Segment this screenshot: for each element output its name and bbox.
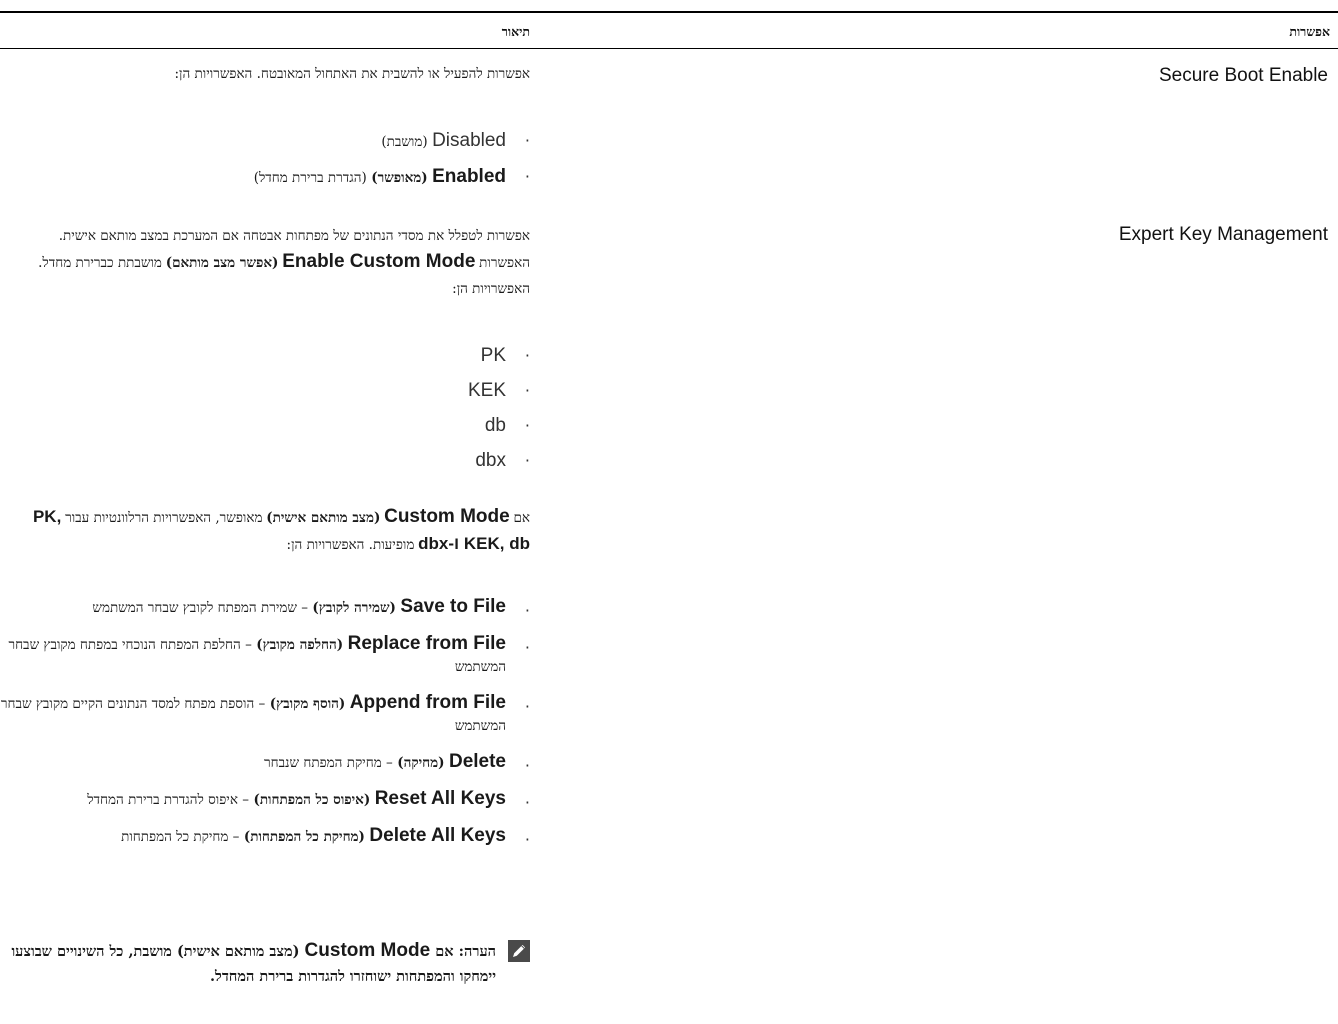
description-text: אפשרות לטפלל את מסדי הנתונים של מפתחות א… — [10, 223, 530, 302]
choice-label: (מאופשר) — [371, 170, 428, 186]
description-text: אפשרות להפעיל או להשבית את האתחול המאובט… — [174, 66, 530, 82]
list-item: KEK — [30, 378, 530, 413]
action-description: – מחיקת המפתח שנבחר — [264, 755, 393, 771]
key-list: PK KEK db dbx — [30, 343, 530, 483]
custom-mode-prefix: אם — [513, 510, 530, 526]
list-item: Disabled (מושבת) — [30, 130, 530, 166]
key-name: db — [484, 415, 506, 436]
action-name: Append from File — [349, 692, 506, 713]
choice-note: (הגדרת ברירת מחדל) — [253, 170, 367, 186]
action-name: Delete All Keys — [369, 825, 506, 846]
list-item: Save to File (שמירה לקובץ) – שמירת המפתח… — [0, 596, 530, 622]
choice-name: Enabled — [432, 166, 506, 187]
table-header: אפשרות תיאור — [0, 11, 1338, 49]
list-item: db — [30, 413, 530, 448]
custom-mode-text-a: מאופשר, האפשרויות הרלוונטיות עבור — [65, 510, 263, 526]
custom-mode-text: אם Custom Mode (מצב מותאם אישית) מאופשר,… — [0, 504, 530, 558]
action-list: Save to File (שמירה לקובץ) – שמירת המפתח… — [0, 596, 530, 862]
note-custom-mode: Custom Mode — [304, 940, 431, 961]
option-name-secure-boot: Secure Boot Enable — [1158, 65, 1328, 86]
list-item: dbx — [30, 448, 530, 483]
key-name: KEK — [467, 380, 506, 401]
option-name-expert-key-management: Expert Key Management — [1118, 224, 1328, 245]
list-item: Enabled (מאופשר) (הגדרת ברירת מחדל) — [30, 166, 530, 202]
list-item: Replace from File (החלפה מקובץ) – החלפת … — [0, 633, 530, 678]
action-description: – מחיקת כל המפתחות — [121, 829, 240, 845]
action-name: Delete — [448, 751, 506, 772]
custom-mode-name: Custom Mode — [384, 506, 510, 527]
action-name: Reset All Keys — [374, 788, 506, 809]
key-name: dbx — [475, 450, 506, 471]
action-label: (הוסף מקובץ) — [269, 696, 346, 712]
description-bold-en: Enable Custom Mode — [282, 251, 476, 272]
list-item: Delete (מחיקה) – מחיקת המפתח שנבחר — [0, 751, 530, 777]
description-expert-key-management: אפשרות לטפלל את מסדי הנתונים של מפתחות א… — [0, 223, 530, 474]
description-bold-he: (אפשר מצב מותאם) — [165, 255, 279, 271]
action-label: (איפוס כל המפתחות) — [253, 792, 371, 808]
list-item: Append from File (הוסף מקובץ) – הוספת מפ… — [0, 692, 530, 737]
custom-mode-name-he: (מצב מותאם אישית) — [266, 510, 381, 526]
document-page: אפשרות תיאור Secure Boot Enable Expert K… — [0, 0, 1338, 1024]
pencil-note-icon — [508, 940, 530, 962]
list-item: PK — [30, 343, 530, 378]
list-item: Delete All Keys (מחיקת כל המפתחות) – מחי… — [0, 825, 530, 851]
custom-mode-text-b: מופיעות. האפשרויות הן: — [286, 537, 415, 553]
key-name: PK — [480, 345, 506, 366]
column-header-option: אפשרות — [1289, 24, 1330, 39]
action-label: (מחיקת כל המפתחות) — [243, 829, 365, 845]
action-name: Save to File — [400, 596, 506, 617]
description-secure-boot: אפשרות להפעיל או להשבית את האתחול המאובט… — [0, 62, 530, 188]
action-description: – שמירת המפתח לקובץ שבחר המשתמש — [92, 600, 308, 616]
action-description: – איפוס להגדרת ברירת המחדל — [87, 792, 249, 808]
column-header-description: תיאור — [501, 24, 530, 39]
action-label: (מחיקה) — [397, 755, 445, 771]
note-block: הערה: אם Custom Mode (מצב מותאם אישית) מ… — [10, 938, 530, 989]
note-prefix: הערה: אם — [435, 943, 496, 960]
choice-name: Disabled — [432, 130, 506, 151]
action-label: (החלפה מקובץ) — [256, 637, 344, 653]
choice-note: (מושבת) — [381, 134, 428, 150]
choice-list: Disabled (מושבת) Enabled (מאופשר) (הגדרת… — [30, 130, 530, 202]
action-name: Replace from File — [347, 633, 506, 654]
note-text: הערה: אם Custom Mode (מצב מותאם אישית) מ… — [10, 938, 496, 989]
custom-mode-paragraph: אם Custom Mode (מצב מותאם אישית) מאופשר,… — [0, 504, 530, 558]
list-item: Reset All Keys (איפוס כל המפתחות) – איפו… — [0, 788, 530, 814]
action-label: (שמירה לקובץ) — [312, 600, 396, 616]
